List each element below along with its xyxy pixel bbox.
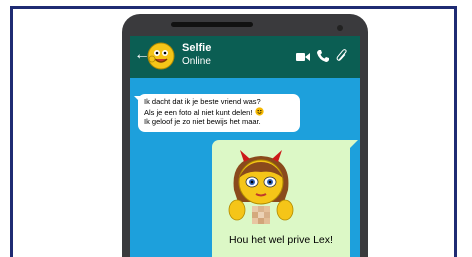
smiley-emoji-icon bbox=[254, 106, 264, 116]
image-caption: Hou het wel prive Lex! bbox=[229, 234, 333, 246]
incoming-message-bubble[interactable]: Ik dacht dat ik je beste vriend was? Als… bbox=[138, 94, 300, 132]
outgoing-bubble-tail bbox=[350, 140, 358, 148]
message-line: Als je een foto al niet kunt delen! bbox=[144, 106, 294, 118]
message-line: Ik dacht dat ik je beste vriend was? bbox=[144, 97, 261, 106]
contact-name[interactable]: Selfie bbox=[182, 42, 211, 54]
paperclip-icon[interactable] bbox=[336, 49, 348, 63]
contact-avatar[interactable] bbox=[147, 42, 175, 70]
message-line: Ik geloof je zo niet bewijs het maar. bbox=[144, 117, 261, 126]
censored-selfie-image[interactable] bbox=[224, 150, 298, 226]
contact-status: Online bbox=[182, 56, 211, 67]
phone-speaker bbox=[171, 22, 253, 27]
chat-screen: ← Selfie Online Ik dacht dat ik je beste… bbox=[130, 36, 360, 257]
chat-header: ← Selfie Online bbox=[130, 36, 360, 78]
phone-icon[interactable] bbox=[316, 49, 330, 63]
front-camera-icon bbox=[337, 25, 343, 31]
video-camera-icon[interactable] bbox=[296, 52, 310, 62]
